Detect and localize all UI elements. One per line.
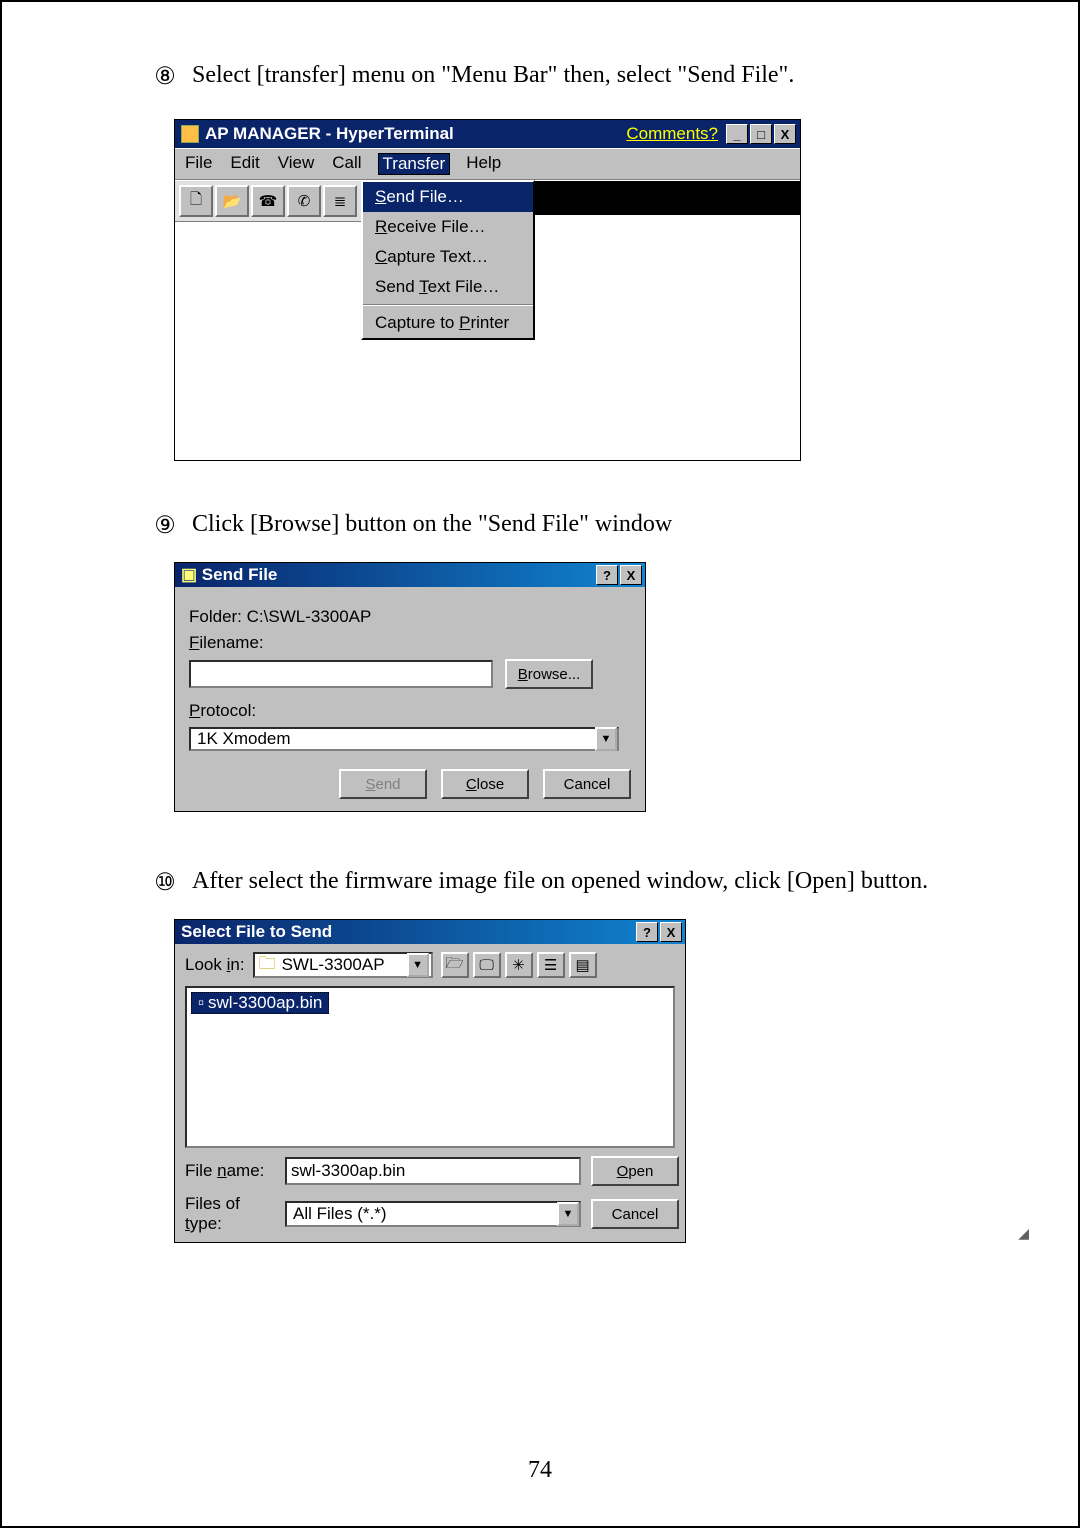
dialog-titlebar: ▣ Send File ? X [175, 563, 645, 587]
file-item-selected[interactable]: ▫ swl-3300ap.bin [191, 992, 329, 1014]
screenshot-hyperterminal: AP MANAGER - HyperTerminal Comments? _ □… [174, 119, 801, 461]
document-page: ⑧ Select [transfer] menu on "Menu Bar" t… [0, 0, 1080, 1528]
step-10: ⑩ After select the firmware image file o… [152, 868, 1030, 897]
menu-call[interactable]: Call [330, 153, 363, 175]
step-10-number: ⑩ [152, 868, 178, 897]
files-of-type-select[interactable]: All Files (*.*) ▼ [285, 1201, 581, 1227]
dialog-icon: ▣ [181, 565, 197, 584]
maximize-button[interactable]: □ [750, 124, 772, 144]
menu-transfer[interactable]: Transfer [378, 153, 451, 175]
app-icon [181, 125, 199, 143]
files-of-type-value: All Files (*.*) [293, 1204, 387, 1224]
connect-icon[interactable]: ☎ [251, 185, 285, 217]
menu-separator [363, 304, 533, 306]
step-9-number: ⑨ [152, 511, 178, 540]
cancel-button[interactable]: Cancel [591, 1199, 679, 1229]
chevron-down-icon[interactable]: ▼ [595, 727, 617, 751]
chevron-down-icon[interactable]: ▼ [557, 1202, 579, 1226]
step-8: ⑧ Select [transfer] menu on "Menu Bar" t… [152, 62, 1030, 91]
close-button[interactable]: X [660, 922, 682, 942]
help-button[interactable]: ? [596, 565, 618, 585]
minimize-button[interactable]: _ [726, 124, 748, 144]
file-icon: ▫ [198, 993, 204, 1013]
menu-item-send-text-file[interactable]: Send Text File… [363, 272, 533, 302]
screenshot-send-file-dialog: ▣ Send File ? X Folder: C:\SWL-3300AP Fi… [174, 562, 646, 812]
file-name-input[interactable]: swl-3300ap.bin [285, 1157, 581, 1185]
step-8-number: ⑧ [152, 62, 178, 91]
menu-file[interactable]: File [183, 153, 214, 175]
browse-button[interactable]: Browse... [505, 659, 593, 689]
open-dialog-titlebar: Select File to Send ? X [175, 920, 685, 944]
up-folder-icon[interactable]: 🗁 [441, 952, 469, 978]
menu-item-receive-file[interactable]: Receive File… [363, 212, 533, 242]
list-view-icon[interactable]: ☰ [537, 952, 565, 978]
step-9-text: Click [Browse] button on the "Send File"… [192, 511, 672, 538]
close-button[interactable]: X [774, 124, 796, 144]
properties-icon[interactable]: ≣ [323, 185, 357, 217]
menu-item-send-file[interactable]: Send File… [363, 182, 533, 212]
folder-label: Folder: C:\SWL-3300AP [189, 607, 631, 627]
open-button[interactable]: Open [591, 1156, 679, 1186]
new-icon[interactable]: 🗋 [179, 185, 213, 217]
menu-item-capture-text[interactable]: Capture Text… [363, 242, 533, 272]
step-8-text: Select [transfer] menu on "Menu Bar" the… [192, 62, 794, 89]
menu-view[interactable]: View [276, 153, 317, 175]
terminal-pane [175, 340, 800, 460]
dialog-title: Send File [202, 565, 278, 584]
look-in-value: SWL-3300AP [282, 955, 385, 975]
send-button[interactable]: Send [339, 769, 427, 799]
help-button[interactable]: ? [636, 922, 658, 942]
open-icon[interactable]: 📂 [215, 185, 249, 217]
protocol-value: 1K Xmodem [197, 729, 291, 749]
new-folder-icon[interactable]: ✳ [505, 952, 533, 978]
look-in-select[interactable]: 🗀 SWL-3300AP ▼ [253, 952, 433, 978]
menu-bar: File Edit View Call Transfer Help [175, 148, 800, 180]
window-titlebar: AP MANAGER - HyperTerminal Comments? _ □… [175, 120, 800, 148]
resize-grip-icon[interactable]: ◢ [1018, 1225, 1029, 1242]
folder-icon: 🗀 [259, 951, 276, 980]
step-10-text: After select the firmware image file on … [192, 868, 928, 895]
file-item-label: swl-3300ap.bin [208, 993, 322, 1013]
open-dialog-title: Select File to Send [181, 922, 332, 942]
details-view-icon[interactable]: ▤ [569, 952, 597, 978]
cancel-button[interactable]: Cancel [543, 769, 631, 799]
close-button[interactable]: X [620, 565, 642, 585]
close-button-dialog[interactable]: Close [441, 769, 529, 799]
file-list[interactable]: ▫ swl-3300ap.bin [185, 986, 675, 1148]
screenshot-open-dialog: Select File to Send ? X Look in: 🗀 SWL-3… [174, 919, 686, 1243]
menu-help[interactable]: Help [464, 153, 503, 175]
menu-edit[interactable]: Edit [228, 153, 261, 175]
file-name-label: File name: [185, 1161, 275, 1181]
menu-item-capture-to-printer[interactable]: Capture to Printer [363, 308, 533, 338]
step-9: ⑨ Click [Browse] button on the "Send Fil… [152, 511, 1030, 540]
page-number: 74 [2, 1457, 1078, 1484]
filename-input[interactable] [189, 660, 493, 688]
comments-link[interactable]: Comments? [626, 124, 718, 144]
transfer-dropdown: Send File… Receive File… Capture Text… S… [361, 180, 535, 340]
protocol-select[interactable]: 1K Xmodem ▼ [189, 727, 619, 751]
filename-label: Filename: [189, 633, 631, 653]
files-of-type-label: Files of type: [185, 1194, 275, 1234]
desktop-icon[interactable]: 🖵 [473, 952, 501, 978]
look-in-label: Look in: [185, 955, 245, 975]
toolbar: 🗋 📂 ☎ ✆ ≣ [175, 180, 361, 222]
terminal-pane-top [535, 180, 800, 215]
disconnect-icon[interactable]: ✆ [287, 185, 321, 217]
chevron-down-icon[interactable]: ▼ [407, 953, 429, 977]
window-title: AP MANAGER - HyperTerminal [205, 124, 454, 144]
protocol-label: Protocol: [189, 701, 631, 721]
